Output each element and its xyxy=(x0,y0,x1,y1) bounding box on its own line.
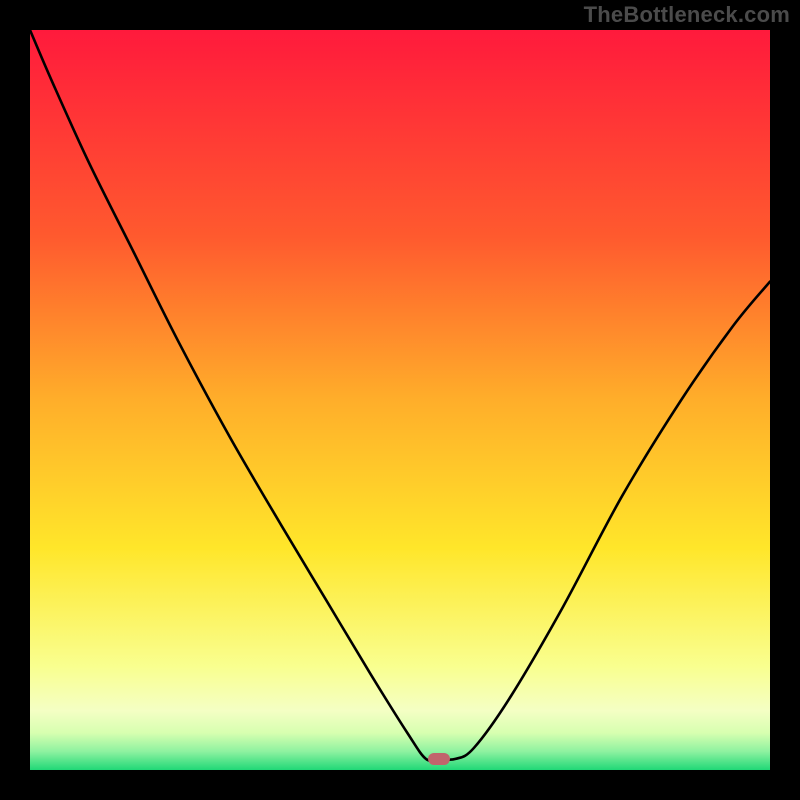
chart-frame: TheBottleneck.com xyxy=(0,0,800,800)
watermark-text: TheBottleneck.com xyxy=(584,2,790,28)
bottleneck-curve xyxy=(30,30,770,770)
plot-area xyxy=(30,30,770,770)
min-point-marker xyxy=(428,753,450,765)
